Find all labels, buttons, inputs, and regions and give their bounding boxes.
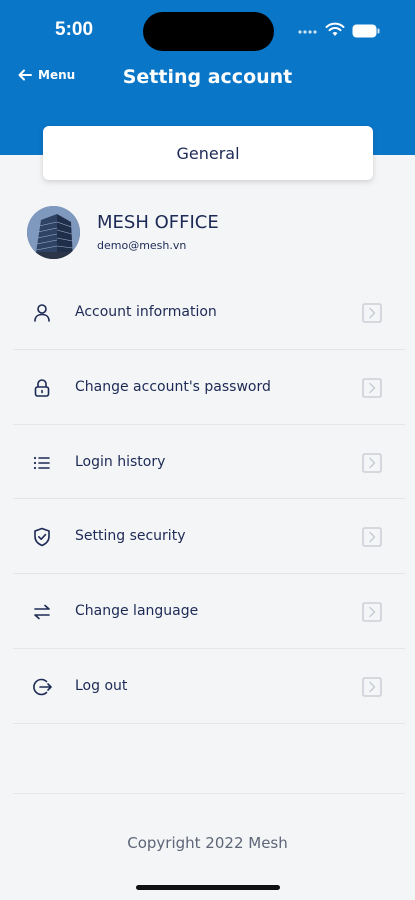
chevron-right-icon (362, 452, 382, 473)
list-icon (33, 456, 50, 469)
wifi-icon (325, 22, 345, 36)
swap-arrows-icon (34, 604, 50, 620)
menu-item-login-history[interactable]: Login history (13, 425, 405, 500)
dynamic-island (143, 12, 274, 51)
lock-icon (34, 379, 50, 397)
menu-item-label: Account information (75, 304, 217, 320)
avatar (27, 206, 80, 259)
copyright-text: Copyright 2022 Mesh (127, 834, 288, 852)
menu-item-change-password[interactable]: Change account's password (13, 350, 405, 425)
status-time: 5:00 (55, 19, 94, 40)
footer-divider (13, 793, 405, 794)
menu-item-label: Log out (75, 677, 128, 694)
user-icon (34, 304, 50, 322)
signal-icon (298, 30, 317, 34)
settings-menu: Account information Change account's pas… (13, 275, 405, 724)
menu-item-setting-security[interactable]: Setting security (13, 499, 405, 575)
menu-item-log-out[interactable]: Log out (13, 649, 405, 724)
page-title: Setting account (122, 66, 293, 88)
status-bar: 5:00 (0, 0, 415, 60)
chevron-right-icon (362, 303, 382, 323)
chevron-right-icon (362, 677, 382, 697)
menu-item-label: Change account's password (75, 378, 271, 395)
tab-general-label: General (176, 143, 240, 163)
profile-header: MESH OFFICE demo@mesh.vn (27, 206, 387, 262)
home-indicator[interactable] (136, 885, 280, 890)
profile-email: demo@mesh.vn (97, 239, 187, 252)
menu-item-label: Setting security (75, 528, 186, 545)
menu-item-change-language[interactable]: Change language (13, 574, 405, 649)
nav-bar: Menu Setting account (0, 58, 415, 98)
building-image (27, 206, 80, 259)
battery-icon (352, 24, 380, 38)
logout-icon (33, 678, 52, 696)
chevron-right-icon (362, 527, 382, 548)
menu-item-account-information[interactable]: Account information (13, 275, 405, 350)
chevron-right-icon (362, 602, 382, 622)
shield-check-icon (34, 528, 50, 547)
profile-name: MESH OFFICE (97, 212, 219, 233)
tab-general[interactable]: General (43, 126, 373, 180)
menu-item-label: Change language (75, 603, 199, 620)
chevron-right-icon (362, 378, 382, 398)
menu-item-label: Login history (75, 453, 166, 470)
